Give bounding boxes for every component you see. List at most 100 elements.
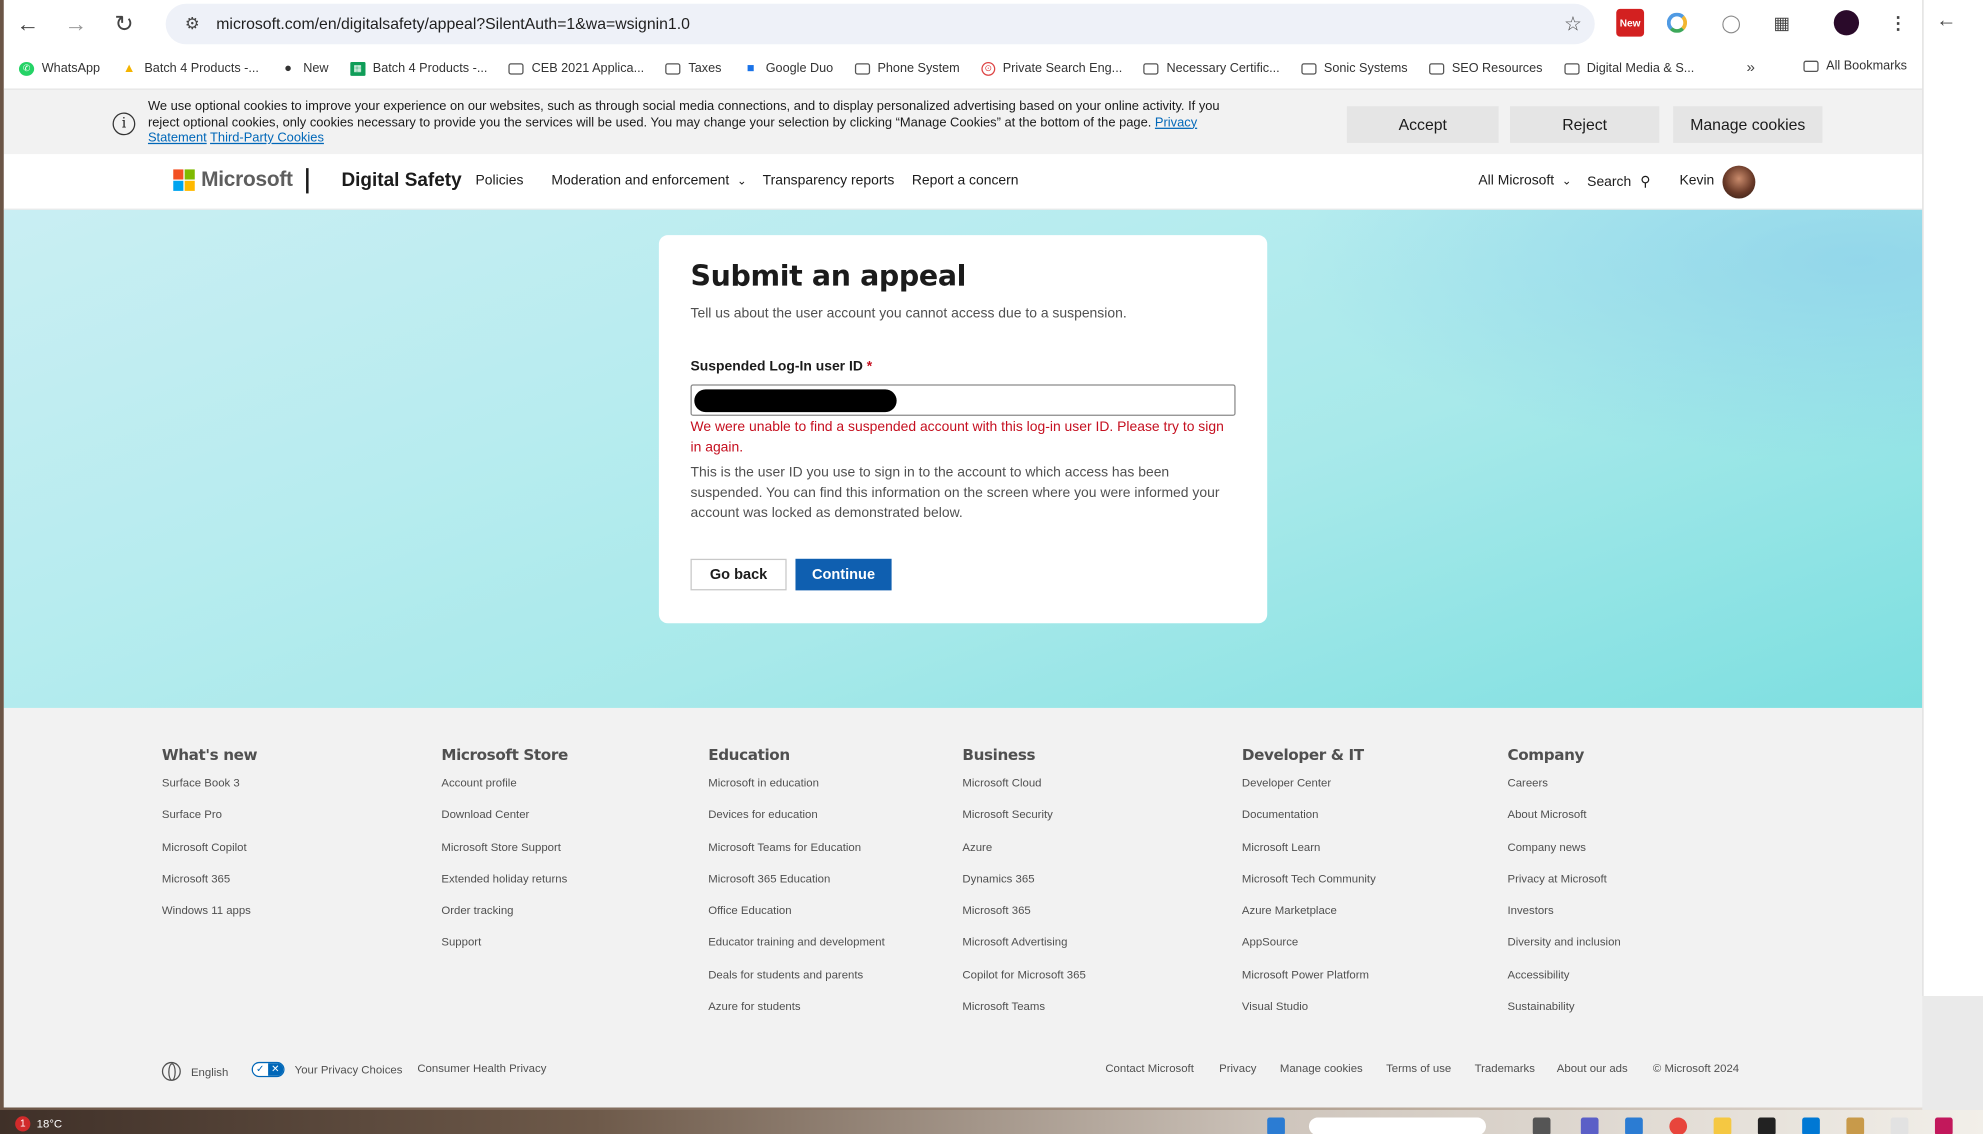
footer-link[interactable]: Diversity and inclusion — [1507, 935, 1620, 967]
bookmark-item[interactable]: Necessary Certific... — [1143, 61, 1280, 75]
extension-globe-icon[interactable]: ◯ — [1717, 9, 1745, 37]
file-explorer-icon[interactable] — [1713, 1117, 1732, 1134]
footer-link[interactable]: Surface Pro — [162, 807, 257, 839]
footer-link[interactable]: Windows 11 apps — [162, 903, 257, 935]
footer-bottom-link[interactable]: Terms of use — [1386, 1062, 1451, 1075]
extension-google-icon[interactable] — [1666, 12, 1688, 33]
bookmark-item[interactable]: CEB 2021 Applica... — [508, 61, 644, 75]
footer-link[interactable]: Microsoft Security — [962, 807, 1085, 839]
footer-link[interactable]: Copilot for Microsoft 365 — [962, 967, 1085, 999]
back-icon[interactable]: ← — [4, 0, 52, 48]
footer-link[interactable]: Visual Studio — [1242, 999, 1376, 1031]
weather-widget[interactable]: 1 18°C — [15, 1116, 62, 1132]
footer-link[interactable]: Microsoft Cloud — [962, 775, 1085, 807]
bookmark-item[interactable]: ▦ Batch 4 Products -... — [350, 61, 487, 76]
footer-bottom-link[interactable]: About our ads — [1557, 1062, 1628, 1075]
footer-link[interactable]: Support — [441, 935, 568, 967]
footer-link[interactable]: Download Center — [441, 807, 568, 839]
footer-link[interactable]: Developer Center — [1242, 775, 1376, 807]
footer-link[interactable]: Account profile — [441, 775, 568, 807]
footer-link[interactable]: Company news — [1507, 839, 1620, 871]
consumer-health-privacy-link[interactable]: Consumer Health Privacy — [417, 1062, 546, 1075]
terminal-icon[interactable] — [1757, 1117, 1776, 1134]
footer-link[interactable]: Dynamics 365 — [962, 871, 1085, 903]
app-icon[interactable] — [1934, 1117, 1953, 1134]
bookmark-item[interactable]: Phone System — [854, 61, 960, 75]
footer-link[interactable]: Deals for students and parents — [708, 967, 885, 999]
footer-bottom-link[interactable]: Manage cookies — [1280, 1062, 1363, 1075]
reject-cookies-button[interactable]: Reject — [1510, 106, 1660, 143]
extension-new-icon[interactable]: New — [1616, 8, 1645, 37]
bookmark-star-icon[interactable]: ☆ — [1564, 11, 1582, 36]
footer-link[interactable]: Microsoft Store Support — [441, 839, 568, 871]
footer-link[interactable]: Surface Book 3 — [162, 775, 257, 807]
footer-link[interactable]: Microsoft in education — [708, 775, 885, 807]
footer-link[interactable]: About Microsoft — [1507, 807, 1620, 839]
footer-link[interactable]: Educator training and development — [708, 935, 885, 967]
footer-link[interactable]: Azure — [962, 839, 1085, 871]
user-avatar[interactable] — [1722, 165, 1756, 199]
footer-link[interactable]: Microsoft 365 — [162, 871, 257, 903]
footer-link[interactable]: Office Education — [708, 903, 885, 935]
calculator-icon[interactable] — [1625, 1117, 1643, 1134]
footer-link[interactable]: Documentation — [1242, 807, 1376, 839]
footer-link[interactable]: Microsoft Advertising — [962, 935, 1085, 967]
taskbar-search-box[interactable] — [1308, 1117, 1486, 1134]
nav-report-a-concern[interactable]: Report a concern — [912, 173, 1019, 188]
all-microsoft-menu[interactable]: All Microsoft ⌄ — [1478, 173, 1571, 188]
footer-link[interactable]: Extended holiday returns — [441, 871, 568, 903]
bookmark-item[interactable]: ✆ WhatsApp — [18, 61, 100, 76]
site-info-icon[interactable]: ⚙ — [173, 14, 211, 34]
app-icon[interactable] — [1846, 1117, 1865, 1134]
footer-link[interactable]: Azure Marketplace — [1242, 903, 1376, 935]
footer-bottom-link[interactable]: Privacy — [1219, 1062, 1256, 1075]
footer-link[interactable]: Microsoft Power Platform — [1242, 967, 1376, 999]
browser-menu-icon[interactable]: ⋮ — [1884, 9, 1912, 37]
privacy-choices-link[interactable]: ✓ ✕ Your Privacy Choices — [251, 1061, 402, 1078]
footer-link[interactable]: Azure for students — [708, 999, 885, 1031]
footer-link[interactable]: Microsoft 365 — [962, 903, 1085, 935]
all-bookmarks-button[interactable]: All Bookmarks — [1803, 59, 1907, 73]
footer-link[interactable]: Microsoft 365 Education — [708, 871, 885, 903]
footer-link[interactable]: Privacy at Microsoft — [1507, 871, 1620, 903]
bookmark-item[interactable]: SEO Resources — [1429, 61, 1543, 75]
address-bar[interactable]: ⚙ microsoft.com/en/digitalsafety/appeal?… — [165, 3, 1595, 45]
site-title[interactable]: Digital Safety — [341, 169, 461, 190]
footer-bottom-link[interactable]: Trademarks — [1475, 1062, 1535, 1075]
bookmark-item[interactable]: Taxes — [665, 61, 721, 75]
continue-button[interactable]: Continue — [795, 558, 892, 591]
nav-transparency-reports[interactable]: Transparency reports — [763, 173, 895, 188]
footer-link[interactable]: Sustainability — [1507, 999, 1620, 1031]
bookmark-item[interactable]: Digital Media & S... — [1564, 61, 1694, 75]
footer-link[interactable]: Careers — [1507, 775, 1620, 807]
microsoft-logo-icon[interactable] — [173, 169, 195, 191]
teams-icon[interactable] — [1580, 1117, 1599, 1134]
bookmarks-more-icon[interactable]: » — [1747, 58, 1755, 76]
edge-icon[interactable] — [1802, 1117, 1820, 1134]
nav-policies[interactable]: Policies — [476, 173, 524, 188]
nav-moderation-and-enforcement[interactable]: Moderation and enforcement ⌄ — [551, 173, 746, 188]
app-icon[interactable] — [1890, 1117, 1909, 1134]
footer-bottom-link[interactable]: Contact Microsoft — [1105, 1062, 1194, 1075]
profile-avatar[interactable] — [1833, 10, 1860, 36]
language-selector[interactable]: English — [161, 1061, 228, 1081]
third-party-cookies-link[interactable]: Third-Party Cookies — [210, 131, 324, 145]
footer-link[interactable]: Microsoft Tech Community — [1242, 871, 1376, 903]
manage-cookies-button[interactable]: Manage cookies — [1673, 106, 1823, 143]
footer-link[interactable]: Accessibility — [1507, 967, 1620, 999]
bookmark-item[interactable]: Sonic Systems — [1301, 61, 1408, 75]
side-panel-back-icon[interactable]: ← — [1936, 10, 1956, 33]
forward-icon[interactable]: → — [52, 0, 100, 48]
footer-link[interactable]: Microsoft Copilot — [162, 839, 257, 871]
bookmark-item[interactable]: ▲ Batch 4 Products -... — [122, 61, 259, 75]
footer-link[interactable]: Microsoft Teams for Education — [708, 839, 885, 871]
windows-start-icon[interactable] — [1267, 1117, 1285, 1134]
footer-link[interactable]: Microsoft Learn — [1242, 839, 1376, 871]
reload-icon[interactable]: ↻ — [100, 0, 148, 48]
task-view-icon[interactable] — [1532, 1117, 1551, 1134]
search-button[interactable]: Search ⚲ — [1587, 173, 1650, 189]
footer-link[interactable]: Order tracking — [441, 903, 568, 935]
go-back-button[interactable]: Go back — [690, 558, 787, 591]
footer-link[interactable]: Microsoft Teams — [962, 999, 1085, 1031]
bookmark-item[interactable]: ● New — [280, 61, 328, 75]
